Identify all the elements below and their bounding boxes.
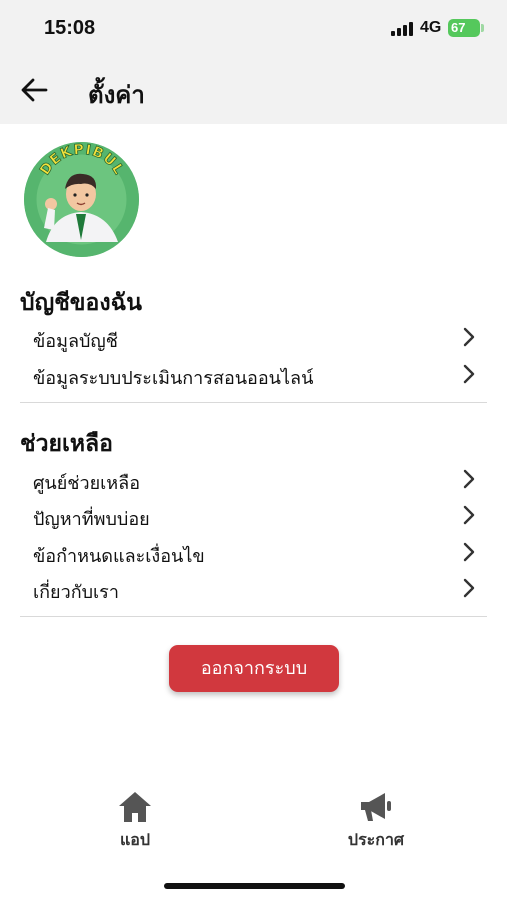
- tab-app[interactable]: แอป: [90, 790, 180, 850]
- signal-icon: [391, 22, 413, 36]
- tab-label: ประกาศ: [347, 832, 405, 849]
- menu-item-online-evaluation[interactable]: ข้อมูลระบบประเมินการสอนออนไลน์: [20, 357, 487, 393]
- tab-announcement[interactable]: ประกาศ: [331, 790, 421, 850]
- menu-item-label: ข้อกำหนดและเงื่อนไข: [33, 546, 205, 566]
- menu-item-help-center[interactable]: ศูนย์ช่วยเหลือ: [20, 462, 487, 498]
- battery-level: 67: [451, 20, 466, 35]
- menu-item-label: ปัญหาที่พบบ่อย: [33, 509, 150, 529]
- chevron-right-icon: [463, 578, 475, 598]
- chevron-right-icon: [463, 469, 475, 489]
- menu-item-faq[interactable]: ปัญหาที่พบบ่อย: [20, 498, 487, 534]
- chevron-right-icon: [463, 542, 475, 562]
- header: ตั้งค่า: [0, 58, 507, 124]
- battery-icon: 67: [448, 19, 480, 37]
- tab-label: แอป: [119, 832, 151, 849]
- divider: [20, 402, 487, 403]
- network-type: 4G: [420, 19, 442, 36]
- section-title-my-account: บัญชีของฉัน: [20, 289, 142, 315]
- menu-item-label: ข้อมูลระบบประเมินการสอนออนไลน์: [33, 368, 314, 388]
- avatar-illustration: DEKPIBUL: [24, 142, 139, 257]
- home-indicator[interactable]: [164, 883, 345, 889]
- battery-cap: [481, 24, 484, 32]
- chevron-right-icon: [463, 364, 475, 384]
- home-icon: [119, 792, 151, 822]
- menu-item-label: เกี่ยวกับเรา: [33, 582, 119, 602]
- page-title: ตั้งค่า: [88, 82, 145, 109]
- megaphone-icon: [361, 793, 391, 821]
- logout-button[interactable]: ออกจากระบบ: [169, 645, 339, 692]
- status-bar: 15:08 4G 67: [0, 0, 507, 58]
- menu-item-label: ศูนย์ช่วยเหลือ: [33, 473, 141, 493]
- arrow-left-icon: [21, 78, 48, 102]
- chevron-right-icon: [463, 327, 475, 347]
- section-title-help: ช่วยเหลือ: [20, 430, 113, 456]
- menu-item-terms[interactable]: ข้อกำหนดและเงื่อนไข: [20, 535, 487, 571]
- menu-item-label: ข้อมูลบัญชี: [33, 331, 118, 351]
- back-button[interactable]: [18, 72, 54, 108]
- status-time: 15:08: [44, 17, 96, 39]
- menu-item-account-info[interactable]: ข้อมูลบัญชี: [20, 320, 487, 356]
- divider: [20, 616, 487, 617]
- chevron-right-icon: [463, 505, 475, 525]
- menu-item-about-us[interactable]: เกี่ยวกับเรา: [20, 571, 487, 607]
- avatar: DEKPIBUL: [24, 142, 139, 257]
